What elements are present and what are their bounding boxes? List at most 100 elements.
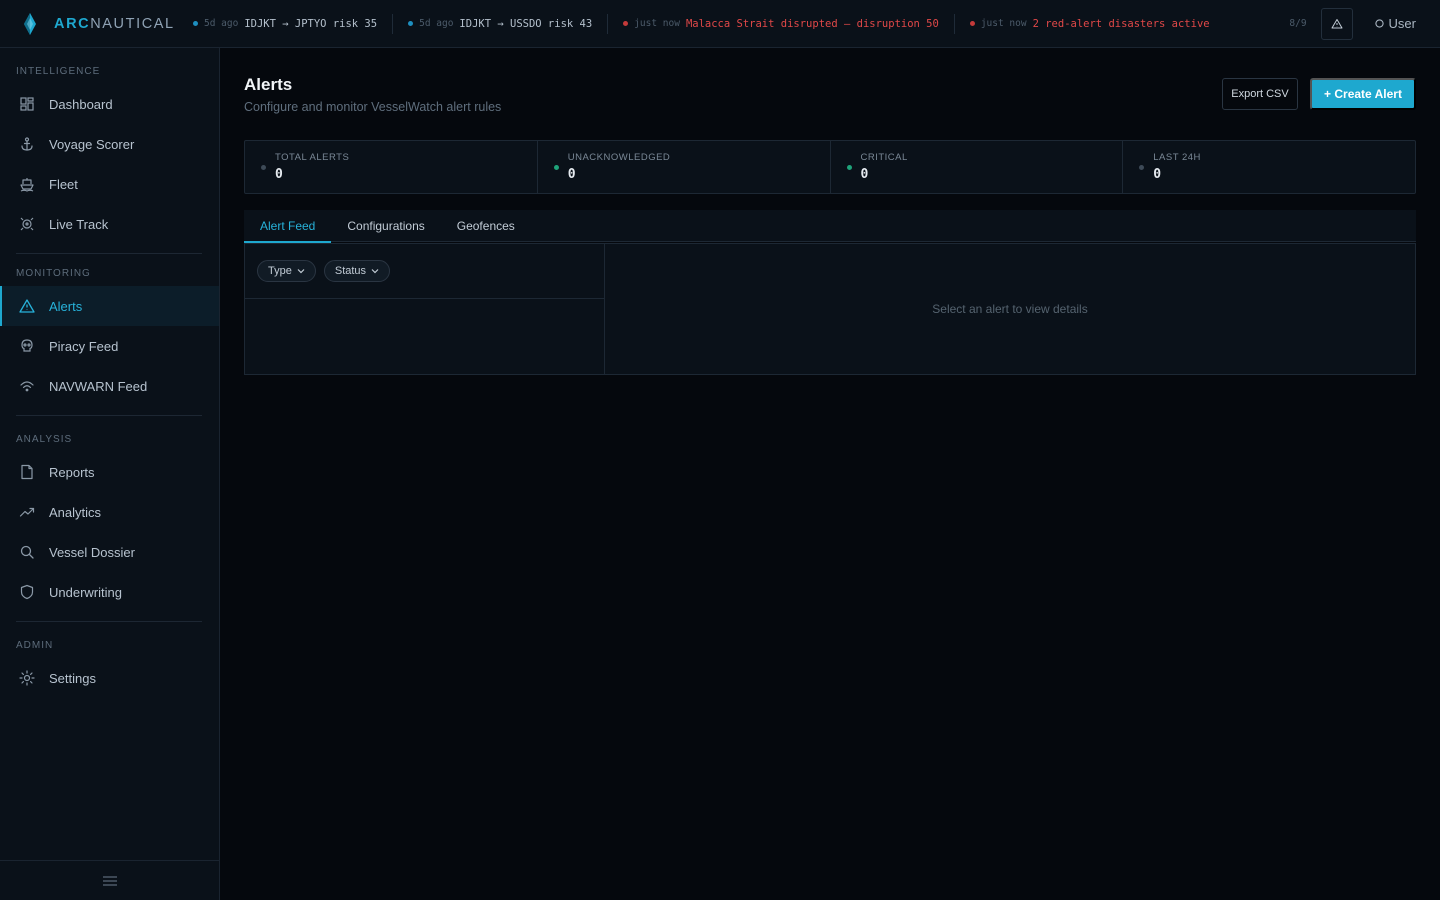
status-dot xyxy=(969,21,975,26)
sidebar-item-voyage-scorer[interactable]: Voyage Scorer xyxy=(0,124,219,164)
sidebar-item-label: Dashboard xyxy=(49,96,113,112)
dashboard-icon xyxy=(20,97,34,111)
brand-name: ARCNAUTICAL xyxy=(54,15,175,32)
filter-row: Type Status xyxy=(245,244,604,299)
anchor-icon xyxy=(21,137,33,151)
sidebar-collapse-button[interactable] xyxy=(0,860,219,900)
ticker-text: Malacca Strait disrupted — disruption 50 xyxy=(685,17,939,30)
alert-list-pane: Type Status xyxy=(245,244,605,374)
status-dot xyxy=(1139,165,1145,170)
sidebar-item-piracy-feed[interactable]: Piracy Feed xyxy=(0,326,219,366)
sidebar-item-label: Voyage Scorer xyxy=(49,136,135,152)
stat-label: LAST 24H xyxy=(1153,152,1201,163)
nav-section-intelligence: INTELLIGENCE Dashboard Voyage Scorer Fle… xyxy=(0,48,219,254)
nav-section-analysis: ANALYSIS Reports Analytics Vessel Dossie… xyxy=(0,416,219,622)
status-dot xyxy=(193,21,198,26)
stat-unacknowledged: UNACKNOWLEDGED 0 xyxy=(538,141,831,193)
nav-section-monitoring: MONITORING Alerts Piracy Feed NAVWARN Fe… xyxy=(0,254,219,416)
filter-label: Status xyxy=(334,265,367,277)
warning-icon xyxy=(19,299,35,313)
ticker-item[interactable]: just now Malacca Strait disrupted — disr… xyxy=(608,13,955,34)
chevron-down-icon xyxy=(371,269,379,274)
sidebar-item-label: Piracy Feed xyxy=(49,338,119,354)
type-filter-dropdown[interactable]: Type xyxy=(257,260,316,282)
stat-label: TOTAL ALERTS xyxy=(275,152,350,163)
trending-up-icon xyxy=(19,507,35,517)
tab-configurations[interactable]: Configurations xyxy=(331,210,440,242)
menu-icon xyxy=(102,875,117,886)
status-filter-dropdown[interactable]: Status xyxy=(323,260,391,282)
status-dot xyxy=(846,165,852,170)
ticker-text: 2 red-alert disasters active xyxy=(1032,17,1210,30)
alert-tabs: Alert Feed Configurations Geofences xyxy=(244,210,1416,243)
stat-value: 0 xyxy=(275,167,283,182)
ticker-time: just now xyxy=(634,18,680,29)
page-subtitle: Configure and monitor VesselWatch alert … xyxy=(244,100,502,114)
ticker-item[interactable]: 5d ago IDJKT → JPTYO risk 35 xyxy=(178,13,394,34)
skull-icon xyxy=(21,339,33,352)
arcnautical-logo-icon xyxy=(24,12,36,35)
status-dot xyxy=(408,21,414,26)
top-right-controls: 8/9 User xyxy=(1289,0,1440,48)
stat-value: 0 xyxy=(1153,167,1162,182)
broadcast-icon xyxy=(20,381,34,392)
status-dot xyxy=(623,21,629,26)
nav-section-label: ANALYSIS xyxy=(16,434,73,445)
sidebar-item-label: Alerts xyxy=(49,298,83,314)
gear-icon xyxy=(19,670,35,686)
stat-label: UNACKNOWLEDGED xyxy=(567,152,671,163)
sidebar-item-reports[interactable]: Reports xyxy=(0,452,219,492)
shield-icon xyxy=(20,584,34,600)
filter-label: Type xyxy=(268,265,292,277)
stat-total-alerts: TOTAL ALERTS 0 xyxy=(245,141,538,193)
radar-icon xyxy=(20,217,34,231)
page-title: Alerts xyxy=(244,75,293,94)
ship-icon xyxy=(20,178,34,192)
sidebar-item-label: Analytics xyxy=(49,504,102,520)
tab-alert-feed[interactable]: Alert Feed xyxy=(244,210,332,243)
user-circle-icon xyxy=(1374,19,1384,28)
activity-ticker: 5d ago IDJKT → JPTYO risk 35 5d ago IDJK… xyxy=(178,0,1289,48)
ticker-time: 5d ago xyxy=(419,18,454,29)
export-csv-button[interactable]: Export CSV xyxy=(1222,78,1298,110)
sidebar-item-underwriting[interactable]: Underwriting xyxy=(0,572,219,612)
sidebar-item-label: Fleet xyxy=(49,176,78,192)
sidebar-item-vessel-dossier[interactable]: Vessel Dossier xyxy=(0,532,219,572)
sidebar-item-label: Vessel Dossier xyxy=(49,544,135,560)
sidebar-item-fleet[interactable]: Fleet xyxy=(0,164,219,204)
sidebar-item-settings[interactable]: Settings xyxy=(0,658,219,698)
top-bar: ARCNAUTICAL 5d ago IDJKT → JPTYO risk 35… xyxy=(0,0,1440,48)
brand[interactable]: ARCNAUTICAL xyxy=(0,0,178,48)
alert-detail-pane: Select an alert to view details xyxy=(605,244,1415,374)
user-menu[interactable]: User xyxy=(1374,16,1416,31)
main-content: Alerts Configure and monitor VesselWatch… xyxy=(220,48,1440,900)
sidebar-item-live-track[interactable]: Live Track xyxy=(0,204,219,244)
sidebar-item-label: Reports xyxy=(49,464,95,480)
ticker-item[interactable]: just now 2 red-alert disasters active xyxy=(955,14,1225,34)
stat-label: CRITICAL xyxy=(860,152,908,163)
sidebar-item-navwarn-feed[interactable]: NAVWARN Feed xyxy=(0,366,219,406)
create-alert-button[interactable]: + Create Alert xyxy=(1310,78,1416,110)
ticker-item[interactable]: 5d ago IDJKT → USSDO risk 43 xyxy=(393,13,609,34)
status-dot xyxy=(261,165,266,170)
stat-value: 0 xyxy=(567,167,576,182)
alerts-button[interactable] xyxy=(1320,7,1353,40)
ticker-text: IDJKT → USSDO risk 43 xyxy=(459,17,593,30)
stat-last-24h: LAST 24H 0 xyxy=(1123,141,1415,193)
nav-section-label: INTELLIGENCE xyxy=(16,66,101,77)
document-icon xyxy=(21,464,33,480)
sidebar-item-analytics[interactable]: Analytics xyxy=(0,492,219,532)
nav-section-admin: ADMIN Settings xyxy=(0,622,219,698)
alert-feed-panel: Type Status Select an alert to view deta… xyxy=(244,243,1416,375)
nav-section-label: MONITORING xyxy=(16,268,91,279)
sidebar-item-dashboard[interactable]: Dashboard xyxy=(0,84,219,124)
user-label: User xyxy=(1388,16,1416,31)
sidebar-item-label: Settings xyxy=(49,670,96,686)
sidebar-item-alerts[interactable]: Alerts xyxy=(0,286,219,326)
sidebar-item-label: NAVWARN Feed xyxy=(49,378,148,394)
chevron-down-icon xyxy=(297,269,305,274)
ticker-pager: 8/9 xyxy=(1289,18,1307,29)
nav-section-label: ADMIN xyxy=(16,640,54,651)
tab-geofences[interactable]: Geofences xyxy=(441,210,531,242)
stat-critical: CRITICAL 0 xyxy=(831,141,1124,193)
